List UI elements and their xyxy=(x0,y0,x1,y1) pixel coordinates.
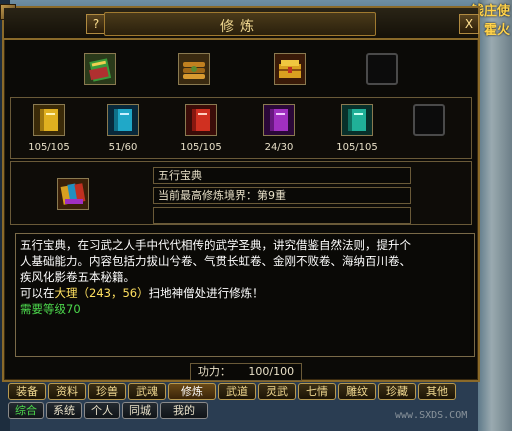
character-tabbar: 装备 资料 珍兽 武魂 修炼 武道 灵武 七情 雕纹 珍藏 其他 综合 系统 个… xyxy=(8,383,468,431)
title-banner: 修炼 xyxy=(104,12,376,36)
level-requirement: 需要等级70 xyxy=(20,302,81,316)
cultivation-realm-field: 当前最高修炼境界：第9重 xyxy=(153,187,411,204)
window-titlebar[interactable]: ? 修炼 X xyxy=(4,8,479,40)
tab-martial-way[interactable]: 武道 xyxy=(218,383,256,400)
chat-tab-system[interactable]: 系统 xyxy=(46,402,82,419)
book-count: 105/105 xyxy=(336,142,378,153)
scene-right-edge xyxy=(478,0,512,431)
close-button[interactable]: X xyxy=(459,14,479,34)
cultivation-window: ? 修炼 X 105/105 51/60 105/105 24/30 105/1… xyxy=(0,4,480,382)
window-title: 修炼 xyxy=(220,19,260,35)
location-link[interactable]: 大理（243，56） xyxy=(55,286,149,300)
tab-martial-soul[interactable]: 武魂 xyxy=(128,383,166,400)
top-slots-panel xyxy=(10,44,472,94)
wuxing-book-icon[interactable] xyxy=(57,178,89,210)
tab-emotions[interactable]: 七情 xyxy=(298,383,336,400)
cyan-book-icon[interactable] xyxy=(107,104,139,136)
scroll-bundle-icon[interactable] xyxy=(178,53,210,85)
empty-slot[interactable] xyxy=(413,104,445,136)
tab-equipment[interactable]: 装备 xyxy=(8,383,46,400)
skill-books-panel: 105/105 51/60 105/105 24/30 105/105 xyxy=(10,97,472,159)
tab-engraving[interactable]: 雕纹 xyxy=(338,383,376,400)
extra-info-field xyxy=(153,207,411,224)
chat-tab-personal[interactable]: 个人 xyxy=(84,402,120,419)
tab-profile[interactable]: 资料 xyxy=(48,383,86,400)
npc-name-label-2: 霍火 xyxy=(483,23,510,38)
book-count: 105/105 xyxy=(28,142,70,153)
purple-book-icon[interactable] xyxy=(263,104,295,136)
description-text: 五行宝典，在习武之人手中代代相传的武学圣典，讲究借鉴自然法则，提升个 xyxy=(20,238,411,252)
power-label: 功力： xyxy=(197,365,231,378)
golden-chest-icon[interactable] xyxy=(274,53,306,85)
book-count: 105/105 xyxy=(180,142,222,153)
tab-spirit-weapon[interactable]: 灵武 xyxy=(258,383,296,400)
help-button[interactable]: ? xyxy=(86,14,106,34)
location-suffix: 扫地神僧处进行修炼！ xyxy=(148,286,264,300)
book-green-icon[interactable] xyxy=(84,53,116,85)
description-text: 人基础能力。内容包括力拔山兮卷、气贯长虹卷、金刚不败卷、海纳百川卷、 xyxy=(20,254,411,268)
description-box: 五行宝典，在习武之人手中代代相传的武学圣典，讲究借鉴自然法则，提升个 人基础能力… xyxy=(15,233,475,357)
chat-tab-general[interactable]: 综合 xyxy=(8,402,44,419)
book-count: 51/60 xyxy=(108,142,138,153)
description-text: 疾风化影卷五本秘籍。 xyxy=(20,270,135,284)
book-count: 24/30 xyxy=(264,142,294,153)
red-book-icon[interactable] xyxy=(185,104,217,136)
power-readout: 功力： 100/100 xyxy=(190,363,302,381)
site-watermark: www.SXDS.COM xyxy=(395,410,468,421)
tab-collection[interactable]: 珍藏 xyxy=(378,383,416,400)
location-prefix: 可以在 xyxy=(20,286,55,300)
training-location-text: 可以在大理（243，56）扫地神僧处进行修炼！ xyxy=(20,285,470,301)
teal-book-icon[interactable] xyxy=(341,104,373,136)
tab-pets[interactable]: 珍兽 xyxy=(88,383,126,400)
yellow-book-icon[interactable] xyxy=(33,104,65,136)
power-value: 100/100 xyxy=(248,365,295,378)
selected-item-panel: 五行宝典 当前最高修炼境界：第9重 xyxy=(10,161,472,225)
tab-other[interactable]: 其他 xyxy=(418,383,456,400)
chat-tab-mine[interactable]: 我的 xyxy=(160,402,208,419)
chat-tab-city[interactable]: 同城 xyxy=(122,402,158,419)
tab-cultivation[interactable]: 修炼 xyxy=(168,383,216,400)
empty-slot[interactable] xyxy=(366,53,398,85)
item-name-field: 五行宝典 xyxy=(153,167,411,184)
